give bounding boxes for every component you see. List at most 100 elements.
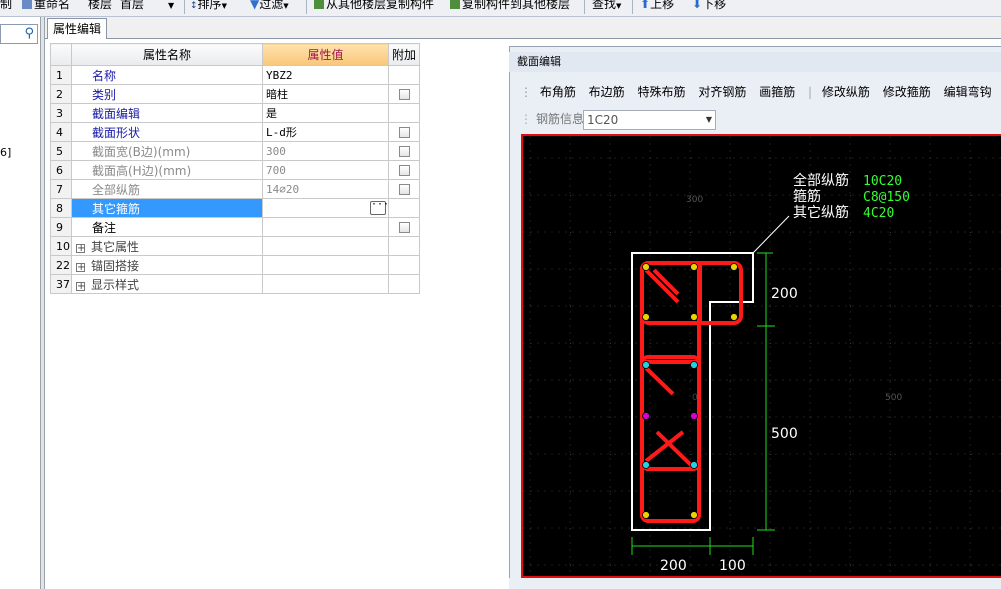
section-drawing[interactable]: 3005000全部纵筋 10C20箍筋 C8@150其它纵筋 4C2020050020… (523, 136, 1001, 576)
extra-checkbox[interactable] (398, 127, 410, 138)
move-down-button[interactable]: ⬇下移 (692, 0, 726, 13)
section-editor-toolbar: ⋮ 布角筋 布边筋 特殊布筋 对齐钢筋 画箍筋 | 修改纵筋 修改箍筋 编辑弯钩 (520, 82, 1001, 102)
grid-dot (970, 380, 971, 381)
toolbar-grip-icon: ⋮ (520, 112, 532, 126)
property-row[interactable]: 5 截面宽(B边)(mm) 300 (50, 141, 420, 161)
property-value[interactable] (262, 274, 389, 294)
extra-checkbox[interactable] (398, 222, 410, 233)
extra-cell (388, 160, 420, 180)
property-row[interactable]: 1 名称 YBZ2 (50, 65, 420, 85)
property-value[interactable]: 是 (262, 103, 389, 123)
extra-cell (388, 236, 420, 256)
place-edge-bar-button[interactable]: 布边筋 (589, 85, 625, 99)
property-row[interactable]: 4 截面形状 L-d形 (50, 122, 420, 142)
property-row[interactable]: 3 截面编辑是 (50, 103, 420, 123)
property-value[interactable] (262, 255, 389, 275)
rebar-dot (730, 263, 738, 271)
move-up-button[interactable]: ⬆上移 (640, 0, 674, 13)
grid-dot (690, 491, 691, 492)
copy-button[interactable]: 制 (0, 0, 12, 13)
extra-checkbox[interactable] (398, 165, 410, 176)
property-value[interactable]: 300 (262, 141, 389, 161)
extra-checkbox[interactable] (398, 89, 410, 100)
grid-dot (730, 454, 731, 455)
property-value[interactable]: ··· (262, 198, 389, 218)
grid-dot (890, 343, 891, 344)
property-row[interactable]: 37 + 显示样式 (50, 274, 420, 294)
grid-dot (970, 565, 971, 566)
rebar-info-select[interactable]: 1C20 ▼ (583, 110, 716, 130)
property-value[interactable] (262, 236, 389, 256)
property-row[interactable]: 8 其它箍筋 ··· (50, 198, 420, 218)
sort-button[interactable]: ↕排序▼ (190, 0, 227, 13)
dropdown-arrow-icon: ▼ (616, 2, 622, 10)
grid-dot (850, 232, 851, 233)
grid-dot (570, 343, 571, 344)
property-value[interactable] (262, 217, 389, 237)
list-item-partial: 6] (0, 146, 12, 159)
edit-stirrup-button[interactable]: 修改箍筋 (883, 85, 931, 99)
grid-dot (850, 195, 851, 196)
dropdown-arrow-icon: ▼ (283, 2, 289, 10)
grid-dot (570, 565, 571, 566)
align-bar-button[interactable]: 对齐钢筋 (698, 85, 746, 99)
property-name: 备注 (71, 217, 263, 237)
extra-cell (388, 122, 420, 142)
toolbar-divider (306, 0, 307, 14)
property-name: 截面形状 (71, 122, 263, 142)
property-value[interactable]: 14⌀20 (262, 179, 389, 199)
extra-checkbox[interactable] (398, 146, 410, 157)
header-property-value[interactable]: 属性值 (262, 43, 389, 66)
extra-cell (388, 255, 420, 275)
copy-to-other-floor-button[interactable]: 复制构件到其他楼层 (450, 0, 570, 13)
section-canvas[interactable]: 300 500 0 全部纵筋 10C20 箍筋 C8@150 其它纵筋 4C20 200 500 20… (521, 134, 1001, 578)
floor-select[interactable]: 首层 ▼ (120, 0, 174, 13)
grid-dot (730, 232, 731, 233)
special-bar-button[interactable]: 特殊布筋 (638, 85, 686, 99)
ellipsis-button[interactable]: ··· (370, 200, 388, 215)
grid-dot (570, 195, 571, 196)
copy-from-other-floor-button[interactable]: 从其他楼层复制构件 (314, 0, 434, 13)
property-name: 名称 (71, 65, 263, 85)
property-name: 其它箍筋 (71, 198, 263, 218)
rebar-dot (690, 412, 698, 420)
edit-longitudinal-bar-button[interactable]: 修改纵筋 (822, 85, 870, 99)
property-row[interactable]: 2 类别 暗柱 (50, 84, 420, 104)
property-row[interactable]: 22 + 锚固搭接 (50, 255, 420, 275)
tab-property-edit[interactable]: 属性编辑 (47, 18, 107, 39)
grid-dot (690, 380, 691, 381)
property-value[interactable]: 暗柱 (262, 84, 389, 104)
rename-button[interactable]: 重命名 (22, 0, 70, 13)
property-value[interactable]: 700 (262, 160, 389, 180)
grid-dot (970, 232, 971, 233)
find-button[interactable]: 查找▼ (592, 0, 621, 13)
place-corner-bar-button[interactable]: 布角筋 (540, 85, 576, 99)
rebar-dot (730, 313, 738, 321)
rebar-dot (690, 313, 698, 321)
draw-stirrup-button[interactable]: 画箍筋 (759, 85, 795, 99)
extra-cell (388, 103, 420, 123)
extra-checkbox[interactable] (398, 184, 410, 195)
property-row[interactable]: 6 截面高(H边)(mm) 700 (50, 160, 420, 180)
property-value[interactable]: YBZ2 (262, 65, 389, 85)
filter-button[interactable]: ▼过滤▼ (250, 0, 289, 13)
grid-dot (770, 195, 771, 196)
grid-dot (610, 454, 611, 455)
property-value[interactable]: L-d形 (262, 122, 389, 142)
expand-icon[interactable]: + (76, 281, 85, 291)
grid-dot (610, 232, 611, 233)
row-number: 37 (50, 274, 72, 294)
search-input[interactable]: ⚲ (0, 24, 38, 44)
header-extra[interactable]: 附加 (388, 43, 420, 66)
property-row[interactable]: 9 备注 (50, 217, 420, 237)
expand-icon[interactable]: + (76, 243, 85, 253)
property-row[interactable]: 7 全部纵筋 14⌀20 (50, 179, 420, 199)
property-row[interactable]: 10 + 其它属性 (50, 236, 420, 256)
search-icon[interactable]: ⚲ (24, 26, 34, 41)
header-property-name[interactable]: 属性名称 (71, 43, 263, 66)
extra-cell (388, 141, 420, 161)
header-corner (50, 43, 72, 66)
rebar-dot (690, 461, 698, 469)
expand-icon[interactable]: + (76, 262, 85, 272)
edit-hook-button[interactable]: 编辑弯钩 (944, 85, 992, 99)
